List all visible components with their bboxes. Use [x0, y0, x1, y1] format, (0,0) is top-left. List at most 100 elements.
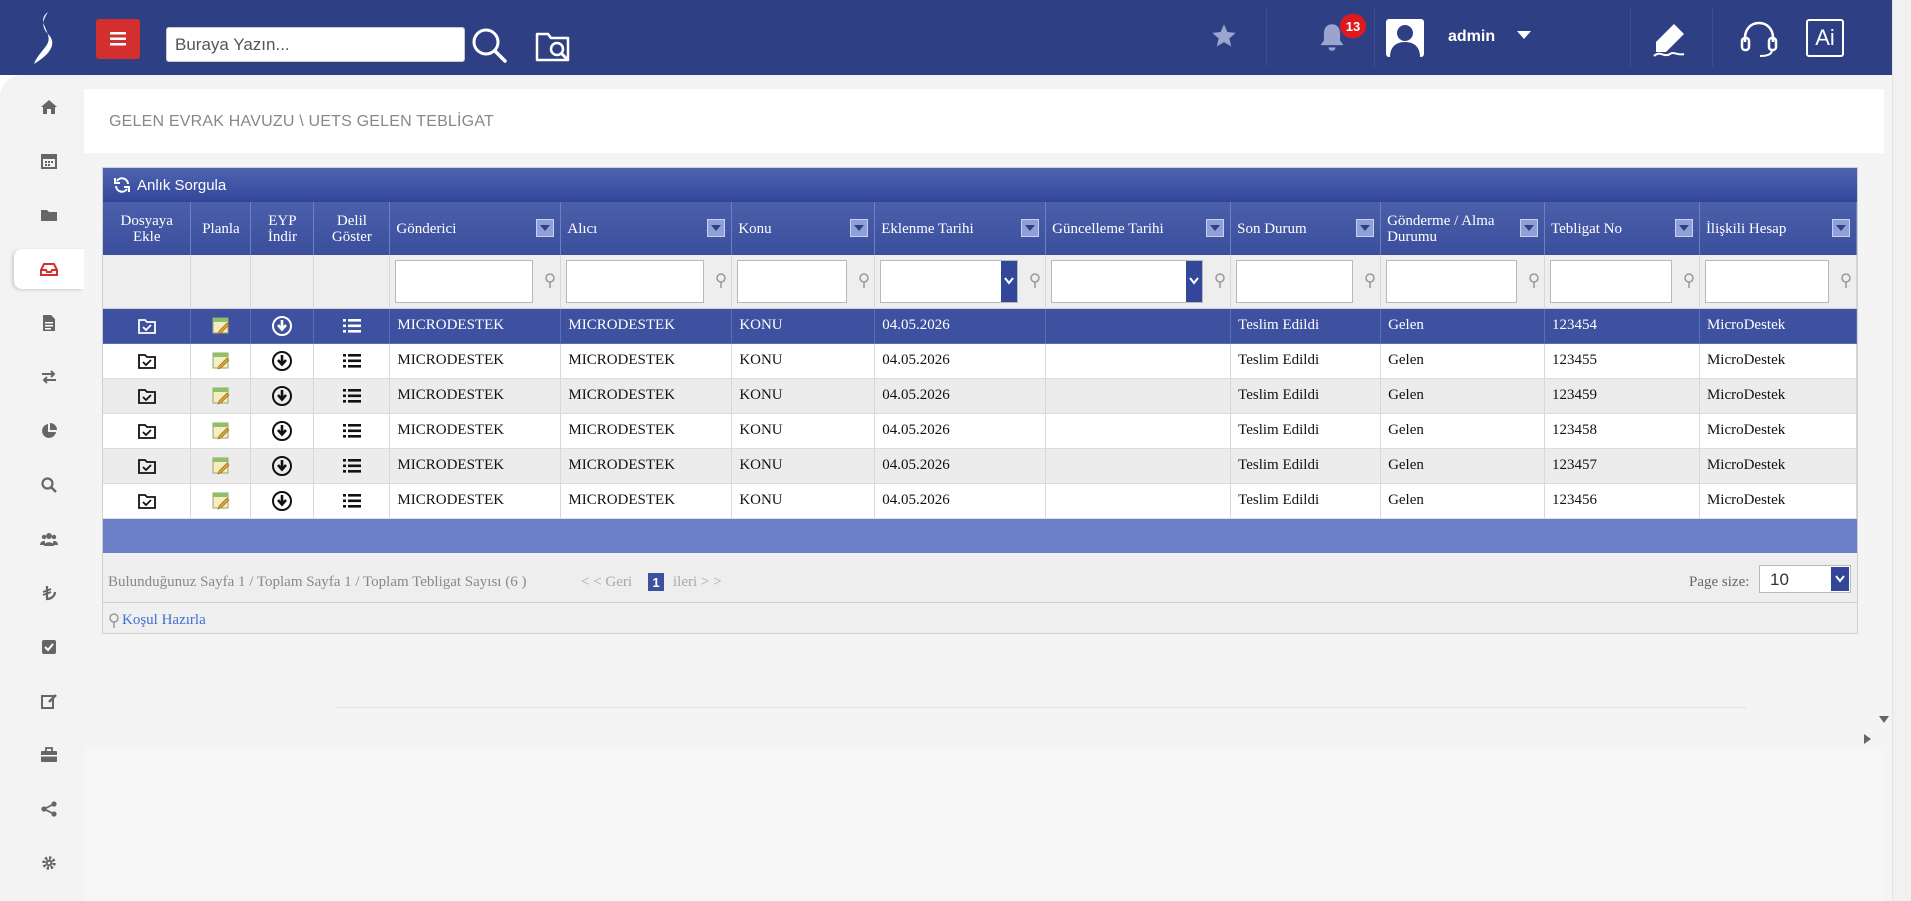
table-row[interactable]: MICRODESTEK MICRODESTEK KONU 04.05.2026 Tesl…: [103, 483, 1858, 519]
filter-dropdown-icon[interactable]: [850, 219, 869, 237]
filter-pin-icon[interactable]: [1683, 273, 1695, 289]
column-header[interactable]: Gönderici: [389, 202, 562, 255]
logo[interactable]: [26, 10, 62, 66]
sidebar-item-transfer[interactable]: [14, 357, 84, 397]
add-to-file-icon[interactable]: [136, 317, 158, 334]
plan-icon[interactable]: [210, 352, 232, 369]
sidebar-item-tasks[interactable]: [14, 627, 84, 667]
sidebar-item-folder[interactable]: [14, 195, 84, 235]
filter-pin-icon[interactable]: [1364, 273, 1376, 289]
plan-icon[interactable]: [210, 317, 232, 334]
sidebar-item-finance[interactable]: [14, 573, 84, 613]
filter-input-konu[interactable]: [737, 259, 848, 303]
scroll-down-icon[interactable]: [1879, 716, 1889, 724]
list-icon[interactable]: [341, 457, 363, 473]
filter-dropdown-icon[interactable]: [1674, 219, 1693, 237]
column-header[interactable]: İlişkili Hesap: [1699, 202, 1858, 255]
filter-date-guncelleme[interactable]: [1051, 259, 1204, 303]
sidebar-item-share[interactable]: [14, 789, 84, 829]
list-icon[interactable]: [341, 492, 363, 508]
sidebar-item-calendar[interactable]: [14, 141, 84, 181]
download-icon[interactable]: [271, 350, 293, 371]
plan-icon[interactable]: [210, 387, 232, 404]
column-header[interactable]: Alıcı: [560, 202, 733, 255]
chevron-down-icon[interactable]: [1001, 260, 1018, 302]
filter-pin-icon[interactable]: [1840, 273, 1852, 289]
sidebar-item-document[interactable]: [14, 303, 84, 343]
chevron-down-icon[interactable]: [1831, 567, 1849, 591]
filter-dropdown-icon[interactable]: [1356, 219, 1375, 237]
filter-pin-icon[interactable]: [1528, 273, 1540, 289]
headset-icon[interactable]: [1738, 18, 1780, 60]
column-header[interactable]: Son Durum: [1230, 202, 1382, 255]
table-row[interactable]: MICRODESTEK MICRODESTEK KONU 04.05.2026 Tesl…: [103, 343, 1858, 379]
list-icon[interactable]: [341, 422, 363, 438]
sidebar-item-briefcase[interactable]: [14, 735, 84, 775]
pager-next-link[interactable]: ileri > >: [673, 574, 722, 591]
add-to-file-icon[interactable]: [136, 457, 158, 474]
add-to-file-icon[interactable]: [136, 422, 158, 439]
filter-date-eklenme[interactable]: [880, 259, 1019, 303]
table-row[interactable]: MICRODESTEK MICRODESTEK KONU 04.05.2026 Tesl…: [103, 413, 1858, 449]
sidebar-item-settings[interactable]: [14, 843, 84, 883]
sidebar-item-home[interactable]: [14, 87, 84, 127]
username[interactable]: admin: [1448, 28, 1495, 46]
plan-icon[interactable]: [210, 422, 232, 439]
page-size-select[interactable]: 10: [1759, 565, 1851, 593]
chevron-down-icon[interactable]: [1186, 260, 1203, 302]
filter-dropdown-icon[interactable]: [1832, 219, 1850, 237]
sidebar-item-reports[interactable]: [14, 411, 84, 451]
table-row[interactable]: MICRODESTEK MICRODESTEK KONU 04.05.2026 Tesl…: [103, 448, 1858, 484]
filter-dropdown-icon[interactable]: [1021, 219, 1040, 237]
column-header[interactable]: Konu: [731, 202, 876, 255]
column-header[interactable]: Tebligat No: [1544, 202, 1700, 255]
sidebar-item-inbox[interactable]: [14, 249, 84, 289]
column-header[interactable]: Gönderme / Alma Durumu: [1380, 202, 1545, 255]
list-icon[interactable]: [341, 387, 363, 403]
filter-pin-icon[interactable]: [715, 273, 727, 289]
filter-pin-icon[interactable]: [1029, 273, 1041, 289]
download-icon[interactable]: [271, 315, 293, 336]
plan-icon[interactable]: [210, 492, 232, 509]
download-icon[interactable]: [271, 420, 293, 441]
filter-dropdown-icon[interactable]: [1520, 219, 1538, 237]
filter-input-durum[interactable]: [1386, 259, 1517, 303]
pager-prev-link[interactable]: < < Geri: [581, 574, 632, 591]
pager-current-page[interactable]: 1: [648, 573, 664, 591]
add-to-file-icon[interactable]: [136, 387, 158, 404]
filter-input-alici[interactable]: [566, 259, 705, 303]
column-header[interactable]: Eklenme Tarihi: [874, 202, 1047, 255]
sidebar-item-users[interactable]: [14, 519, 84, 559]
add-to-file-icon[interactable]: [136, 352, 158, 369]
sidebar-item-edit[interactable]: [14, 681, 84, 721]
add-to-file-icon[interactable]: [136, 492, 158, 509]
star-icon[interactable]: [1210, 22, 1238, 50]
condition-link[interactable]: Koşul Hazırla: [108, 612, 206, 629]
filter-pin-icon[interactable]: [544, 273, 556, 289]
sidebar-item-search[interactable]: [14, 465, 84, 505]
list-icon[interactable]: [341, 352, 363, 368]
download-icon[interactable]: [271, 490, 293, 511]
table-row[interactable]: MICRODESTEK MICRODESTEK KONU 04.05.2026 Tesl…: [103, 378, 1858, 414]
chevron-down-icon[interactable]: [1516, 30, 1532, 40]
filter-pin-icon[interactable]: [1214, 273, 1226, 289]
list-icon[interactable]: [341, 317, 363, 333]
filter-dropdown-icon[interactable]: [1206, 219, 1225, 237]
refresh-button[interactable]: Anlık Sorgula: [103, 168, 1857, 202]
filter-input-tebligat-no[interactable]: [1550, 259, 1672, 303]
vertical-scrollbar[interactable]: [1892, 0, 1911, 901]
search-input[interactable]: [166, 27, 465, 62]
column-header[interactable]: Güncelleme Tarihi: [1045, 202, 1232, 255]
download-icon[interactable]: [271, 455, 293, 476]
avatar[interactable]: [1386, 19, 1424, 57]
filter-input-gonderici[interactable]: [395, 259, 534, 303]
menu-button[interactable]: [96, 19, 140, 59]
folder-search-icon[interactable]: [534, 26, 574, 64]
scroll-right-icon[interactable]: [1864, 734, 1872, 744]
table-row[interactable]: MICRODESTEK MICRODESTEK KONU 04.05.2026 Tesl…: [103, 308, 1858, 344]
filter-pin-icon[interactable]: [858, 273, 870, 289]
download-icon[interactable]: [271, 385, 293, 406]
filter-dropdown-icon[interactable]: [536, 219, 555, 237]
signature-icon[interactable]: [1650, 20, 1688, 58]
plan-icon[interactable]: [210, 457, 232, 474]
